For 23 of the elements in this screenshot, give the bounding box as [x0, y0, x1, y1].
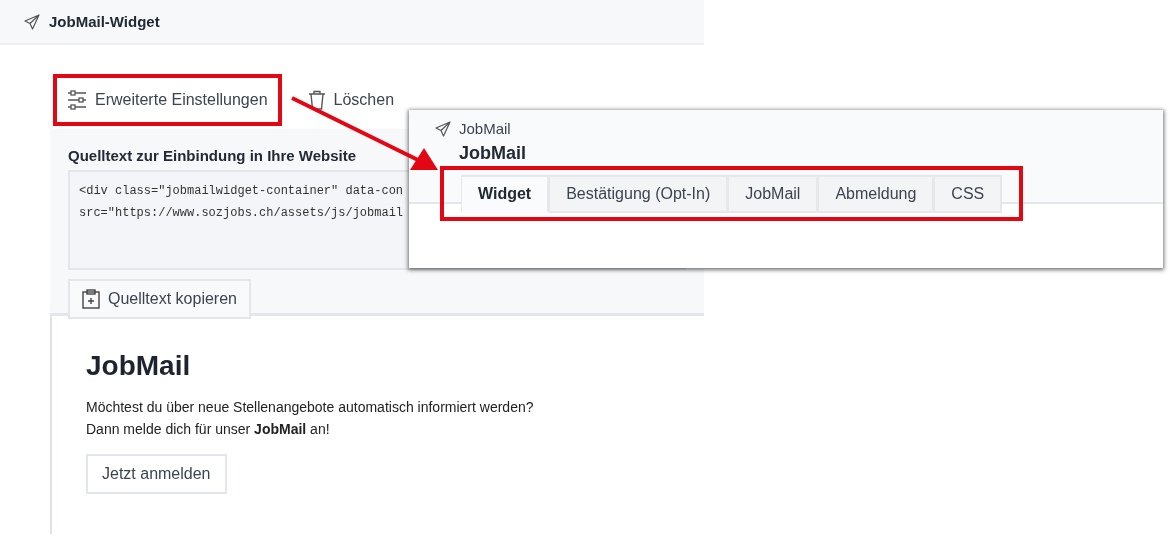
page-title: JobMail-Widget — [49, 13, 160, 30]
tab[interactable]: Bestätigung (Opt-In) — [549, 175, 729, 213]
popup-title: JobMail — [459, 143, 527, 164]
tab[interactable]: Widget — [461, 175, 550, 213]
paper-plane-icon — [24, 13, 40, 30]
subscribe-button[interactable]: Jetzt anmelden — [86, 454, 227, 494]
delete-button[interactable]: Löschen — [307, 90, 395, 110]
section-heading: Quelltext zur Einbindung in Ihre Website — [68, 147, 357, 164]
widget-title: JobMail — [86, 350, 192, 382]
trash-icon — [307, 90, 326, 110]
tab[interactable]: Abmeldung — [818, 175, 935, 213]
tab[interactable]: JobMail — [728, 175, 819, 213]
sliders-icon — [67, 90, 87, 110]
description-text: Möchtest du über neue Stellenangebote automatisch informiert werden? — [86, 398, 535, 417]
code-line: <div class="jobmailwidget-container" data-con — [79, 183, 404, 200]
clipboard-icon — [82, 289, 100, 309]
advanced-settings-button[interactable]: Erweiterte Einstellungen — [67, 90, 268, 110]
code-line: src="https://www.sozjobs.ch/assets/js/jobmail — [79, 205, 404, 222]
description-text: Dann melde dich für unser JobMail an! — [86, 420, 331, 439]
breadcrumb-link[interactable]: JobMail — [459, 120, 511, 137]
tab[interactable]: CSS — [934, 175, 1003, 213]
paper-plane-icon — [435, 120, 451, 137]
copy-code-button[interactable]: Quelltext kopieren — [68, 279, 251, 319]
